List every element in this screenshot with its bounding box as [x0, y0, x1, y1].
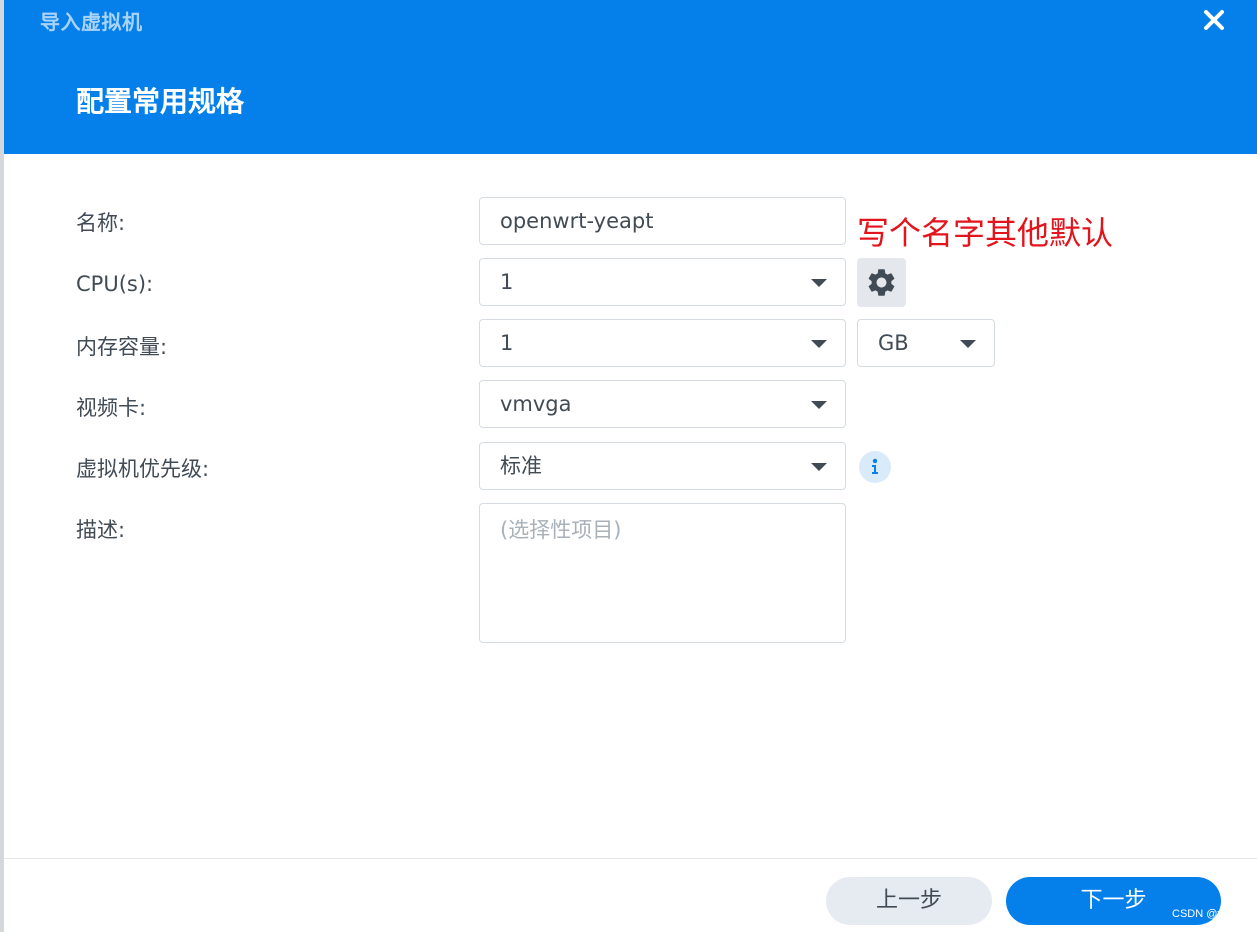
prev-button[interactable]: 上一步 — [826, 877, 992, 925]
memory-label: 内存容量: — [76, 335, 168, 359]
info-icon — [872, 458, 878, 474]
memory-select[interactable]: 1 — [479, 319, 846, 367]
cpu-settings-button[interactable] — [857, 258, 906, 307]
name-value: openwrt-yeapt — [500, 209, 654, 233]
video-card-value: vmvga — [500, 392, 572, 416]
chevron-down-icon — [811, 463, 827, 471]
gear-icon — [868, 269, 895, 296]
description-textarea[interactable]: (选择性项目) — [479, 503, 846, 643]
annotation-text: 写个名字其他默认 — [857, 214, 1114, 252]
video-card-label: 视频卡: — [76, 396, 147, 420]
priority-value: 标准 — [500, 454, 542, 478]
cpu-value: 1 — [500, 270, 514, 294]
memory-unit-value: GB — [878, 331, 909, 355]
cpu-label: CPU(s): — [76, 272, 154, 296]
close-button[interactable] — [1200, 6, 1228, 34]
chevron-down-icon — [811, 279, 827, 287]
priority-label: 虚拟机优先级: — [76, 457, 210, 481]
name-input[interactable]: openwrt-yeapt — [479, 197, 846, 245]
memory-value: 1 — [500, 331, 514, 355]
priority-info-button[interactable] — [859, 451, 891, 483]
close-icon — [1204, 10, 1224, 30]
video-card-select[interactable]: vmvga — [479, 380, 846, 428]
cpu-select[interactable]: 1 — [479, 258, 846, 306]
description-placeholder: (选择性项目) — [500, 518, 622, 542]
chevron-down-icon — [960, 340, 976, 348]
name-label: 名称: — [76, 211, 126, 235]
step-title: 配置常用规格 — [76, 85, 245, 118]
dialog-header: 导入虚拟机 配置常用规格 — [4, 0, 1257, 154]
chevron-down-icon — [811, 401, 827, 409]
window-title: 导入虚拟机 — [40, 10, 143, 34]
chevron-down-icon — [811, 340, 827, 348]
priority-select[interactable]: 标准 — [479, 442, 846, 490]
memory-unit-select[interactable]: GB — [857, 319, 995, 367]
watermark: CSDN @yeapT — [1172, 908, 1248, 920]
description-label: 描述: — [76, 518, 126, 542]
footer-divider — [4, 858, 1257, 859]
